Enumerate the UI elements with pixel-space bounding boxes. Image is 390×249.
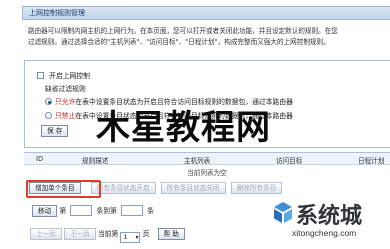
table-empty-message: 当前列表为空	[187, 169, 227, 177]
help-button[interactable]: 帮 助	[157, 228, 185, 240]
logo-url: xitongcheng.com	[292, 228, 357, 238]
delete-all-button[interactable]: 删除所有条目	[230, 182, 283, 194]
logo-name: 系统城	[296, 204, 363, 229]
deny-only-prefix: 只禁止	[55, 112, 76, 120]
col-host-list: 主机列表	[184, 157, 211, 165]
add-entry-highlight	[26, 180, 101, 198]
allow-only-option[interactable]: 只允许在表中设置条目状态为开启且符合访问目标规则的数据包，通过本路由器	[45, 96, 293, 106]
move-middle: 条到第	[96, 207, 117, 215]
intro-text: 路由器可以限制内网主机的上网行为。在本页面，您可以打开或者关闭此功能，并且设定默…	[28, 26, 390, 48]
enable-control-row[interactable]: 开启上网控制	[37, 70, 90, 80]
enable-control-label: 开启上网控制	[49, 72, 90, 80]
move-prefix: 第	[59, 207, 67, 215]
watermark-text: 木星教程网	[96, 108, 271, 148]
move-from-input[interactable]	[70, 205, 93, 216]
col-access-target: 访问目标	[276, 157, 303, 165]
logo-icon	[274, 202, 292, 223]
table-header: ID 规则描述 主机列表 访问目标 日程计划	[24, 153, 390, 165]
page-suffix: 页	[142, 230, 150, 238]
move-row: 移动 第 条到第 条	[32, 205, 154, 217]
site-logo: 系统城 xitongcheng.com	[270, 196, 386, 246]
next-page-button[interactable]: 下一页	[63, 228, 96, 240]
default-rule-label: 缺省过滤规则	[45, 85, 86, 93]
enable-control-checkbox[interactable]	[37, 72, 44, 79]
prev-page-button[interactable]: 上一页	[30, 228, 62, 240]
allow-only-radio[interactable]	[45, 98, 52, 105]
disable-all-button[interactable]: 所有条目状态关闭	[160, 182, 226, 194]
page-prefix: 当前第	[97, 230, 119, 238]
intro-line-2: 过滤规则。通过选择合适的"主机列表"、"访问目标"、"日程计划"，构成完整而又强…	[28, 38, 330, 46]
col-id: ID	[36, 155, 44, 163]
deny-only-radio[interactable]	[45, 112, 52, 119]
move-to-input[interactable]	[121, 205, 144, 216]
allow-only-text: 在表中设置条目状态为开启且符合访问目标规则的数据包，通过本路由器	[75, 98, 293, 106]
rules-table: ID 规则描述 主机列表 访问目标 日程计划 当前列表为空	[24, 152, 390, 178]
panel-title: 上网控制规则管理	[22, 6, 390, 20]
move-button[interactable]: 移动	[32, 205, 58, 217]
intro-line-1: 路由器可以限制内网主机的上网行为。在本页面，您可以打开或者关闭此功能，并且设定默…	[28, 27, 338, 35]
move-suffix: 条	[147, 207, 155, 215]
col-schedule: 日程计划	[358, 157, 385, 165]
save-button[interactable]: 保 存	[41, 125, 69, 137]
router-settings-page: 上网控制规则管理 路由器可以限制内网主机的上网行为。在本页面，您可以打开或者关闭…	[0, 0, 390, 249]
pager: 上一页 下一页 当前第 1 页 帮 助	[30, 228, 185, 243]
page-select[interactable]: 1	[120, 232, 141, 243]
allow-only-prefix: 只允许	[55, 98, 76, 106]
col-description: 规则描述	[82, 157, 109, 165]
